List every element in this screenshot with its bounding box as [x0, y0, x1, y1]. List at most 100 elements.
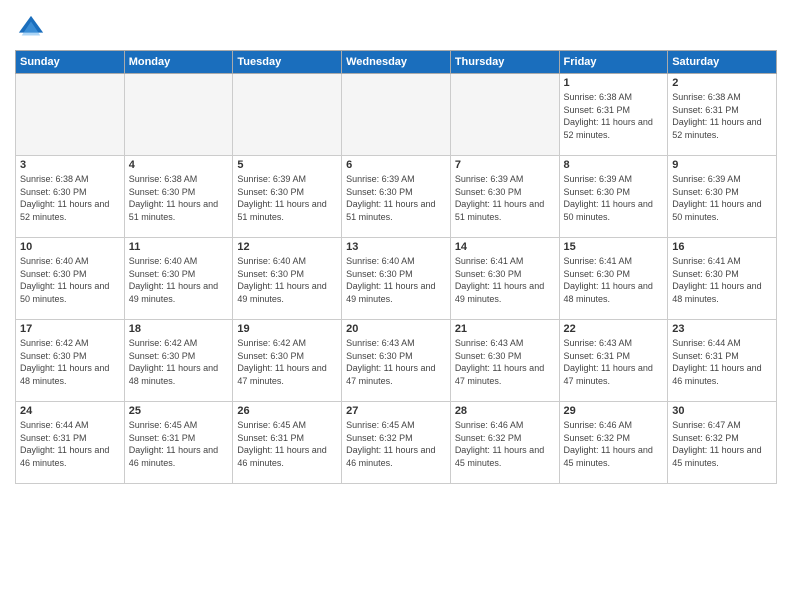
day-number: 15 [564, 241, 664, 253]
day-info: Sunrise: 6:45 AM Sunset: 6:31 PM Dayligh… [237, 419, 337, 469]
day-number: 7 [455, 159, 555, 171]
calendar-cell: 8 Sunrise: 6:39 AM Sunset: 6:30 PM Daylig… [559, 156, 668, 238]
calendar-cell: 23Sunrise: 6:44 AM Sunset: 6:31 PM Dayli… [668, 320, 777, 402]
day-number: 10 [20, 241, 120, 253]
logo-icon [17, 14, 45, 42]
day-number: 25 [129, 405, 229, 417]
calendar-body: 1 Sunrise: 6:38 AM Sunset: 6:31 PM Daylig… [16, 74, 777, 484]
day-info: Sunrise: 6:39 AM Sunset: 6:30 PM Dayligh… [564, 173, 664, 223]
day-info: Sunrise: 6:44 AM Sunset: 6:31 PM Dayligh… [672, 337, 772, 387]
calendar-cell: 18 Sunrise: 6:42 AM Sunset: 6:30 PM Dayli… [124, 320, 233, 402]
calendar-cell: 12 Sunrise: 6:40 AM Sunset: 6:30 PM Dayli… [233, 238, 342, 320]
calendar-cell [233, 74, 342, 156]
day-info: Sunrise: 6:39 AM Sunset: 6:30 PM Dayligh… [672, 173, 772, 223]
day-info: Sunrise: 6:43 AM Sunset: 6:31 PM Dayligh… [564, 337, 664, 387]
calendar-cell: 20Sunrise: 6:43 AM Sunset: 6:30 PM Dayli… [342, 320, 451, 402]
day-info: Sunrise: 6:38 AM Sunset: 6:30 PM Dayligh… [129, 173, 229, 223]
day-info: Sunrise: 6:38 AM Sunset: 6:31 PM Dayligh… [564, 91, 664, 141]
day-number: 24 [20, 405, 120, 417]
day-number: 16 [672, 241, 772, 253]
day-number: 5 [237, 159, 337, 171]
day-info: Sunrise: 6:42 AM Sunset: 6:30 PM Dayligh… [20, 337, 120, 387]
calendar-week-2: 10 Sunrise: 6:40 AM Sunset: 6:30 PM Dayli… [16, 238, 777, 320]
day-number: 14 [455, 241, 555, 253]
calendar-cell: 25 Sunrise: 6:45 AM Sunset: 6:31 PM Dayli… [124, 402, 233, 484]
day-number: 19 [237, 323, 337, 335]
calendar-cell: 11 Sunrise: 6:40 AM Sunset: 6:30 PM Dayli… [124, 238, 233, 320]
header [15, 10, 777, 42]
day-number: 17 [20, 323, 120, 335]
day-number: 4 [129, 159, 229, 171]
day-info: Sunrise: 6:46 AM Sunset: 6:32 PM Dayligh… [455, 419, 555, 469]
calendar-cell: 22Sunrise: 6:43 AM Sunset: 6:31 PM Dayli… [559, 320, 668, 402]
weekday-header-monday: Monday [124, 51, 233, 74]
calendar-cell [450, 74, 559, 156]
day-info: Sunrise: 6:45 AM Sunset: 6:32 PM Dayligh… [346, 419, 446, 469]
day-number: 29 [564, 405, 664, 417]
calendar-cell: 19 Sunrise: 6:42 AM Sunset: 6:30 PM Dayli… [233, 320, 342, 402]
day-number: 12 [237, 241, 337, 253]
day-number: 26 [237, 405, 337, 417]
calendar-week-1: 3 Sunrise: 6:38 AM Sunset: 6:30 PM Daylig… [16, 156, 777, 238]
day-info: Sunrise: 6:45 AM Sunset: 6:31 PM Dayligh… [129, 419, 229, 469]
day-info: Sunrise: 6:40 AM Sunset: 6:30 PM Dayligh… [20, 255, 120, 305]
day-number: 2 [672, 77, 772, 89]
day-info: Sunrise: 6:40 AM Sunset: 6:30 PM Dayligh… [129, 255, 229, 305]
day-number: 20 [346, 323, 446, 335]
day-number: 8 [564, 159, 664, 171]
calendar-cell [16, 74, 125, 156]
calendar-cell: 9 Sunrise: 6:39 AM Sunset: 6:30 PM Daylig… [668, 156, 777, 238]
weekday-header-row: SundayMondayTuesdayWednesdayThursdayFrid… [16, 51, 777, 74]
calendar-cell [342, 74, 451, 156]
day-number: 9 [672, 159, 772, 171]
calendar-cell [124, 74, 233, 156]
calendar-cell: 10 Sunrise: 6:40 AM Sunset: 6:30 PM Dayli… [16, 238, 125, 320]
day-info: Sunrise: 6:44 AM Sunset: 6:31 PM Dayligh… [20, 419, 120, 469]
logo [15, 14, 45, 42]
day-info: Sunrise: 6:42 AM Sunset: 6:30 PM Dayligh… [237, 337, 337, 387]
day-number: 30 [672, 405, 772, 417]
calendar-cell: 17 Sunrise: 6:42 AM Sunset: 6:30 PM Dayli… [16, 320, 125, 402]
day-number: 6 [346, 159, 446, 171]
day-info: Sunrise: 6:38 AM Sunset: 6:31 PM Dayligh… [672, 91, 772, 141]
day-info: Sunrise: 6:39 AM Sunset: 6:30 PM Dayligh… [237, 173, 337, 223]
calendar-cell: 7 Sunrise: 6:39 AM Sunset: 6:30 PM Daylig… [450, 156, 559, 238]
day-number: 18 [129, 323, 229, 335]
day-info: Sunrise: 6:41 AM Sunset: 6:30 PM Dayligh… [455, 255, 555, 305]
day-info: Sunrise: 6:47 AM Sunset: 6:32 PM Dayligh… [672, 419, 772, 469]
calendar-week-0: 1 Sunrise: 6:38 AM Sunset: 6:31 PM Daylig… [16, 74, 777, 156]
calendar-week-4: 24 Sunrise: 6:44 AM Sunset: 6:31 PM Dayli… [16, 402, 777, 484]
calendar-cell: 15 Sunrise: 6:41 AM Sunset: 6:30 PM Dayli… [559, 238, 668, 320]
calendar-cell: 5 Sunrise: 6:39 AM Sunset: 6:30 PM Daylig… [233, 156, 342, 238]
calendar-cell: 28 Sunrise: 6:46 AM Sunset: 6:32 PM Dayli… [450, 402, 559, 484]
calendar-cell: 24 Sunrise: 6:44 AM Sunset: 6:31 PM Dayli… [16, 402, 125, 484]
calendar-cell: 27 Sunrise: 6:45 AM Sunset: 6:32 PM Dayli… [342, 402, 451, 484]
calendar-cell: 2 Sunrise: 6:38 AM Sunset: 6:31 PM Daylig… [668, 74, 777, 156]
page: SundayMondayTuesdayWednesdayThursdayFrid… [0, 0, 792, 612]
day-info: Sunrise: 6:39 AM Sunset: 6:30 PM Dayligh… [455, 173, 555, 223]
calendar-cell: 6 Sunrise: 6:39 AM Sunset: 6:30 PM Daylig… [342, 156, 451, 238]
day-number: 21 [455, 323, 555, 335]
day-info: Sunrise: 6:46 AM Sunset: 6:32 PM Dayligh… [564, 419, 664, 469]
weekday-header-friday: Friday [559, 51, 668, 74]
weekday-header-thursday: Thursday [450, 51, 559, 74]
day-info: Sunrise: 6:39 AM Sunset: 6:30 PM Dayligh… [346, 173, 446, 223]
calendar-cell: 21Sunrise: 6:43 AM Sunset: 6:30 PM Dayli… [450, 320, 559, 402]
day-info: Sunrise: 6:42 AM Sunset: 6:30 PM Dayligh… [129, 337, 229, 387]
day-number: 28 [455, 405, 555, 417]
calendar-cell: 3 Sunrise: 6:38 AM Sunset: 6:30 PM Daylig… [16, 156, 125, 238]
calendar-cell: 14 Sunrise: 6:41 AM Sunset: 6:30 PM Dayli… [450, 238, 559, 320]
weekday-header-tuesday: Tuesday [233, 51, 342, 74]
day-number: 11 [129, 241, 229, 253]
calendar-cell: 26 Sunrise: 6:45 AM Sunset: 6:31 PM Dayli… [233, 402, 342, 484]
day-number: 3 [20, 159, 120, 171]
day-number: 1 [564, 77, 664, 89]
day-info: Sunrise: 6:41 AM Sunset: 6:30 PM Dayligh… [564, 255, 664, 305]
calendar-cell: 4 Sunrise: 6:38 AM Sunset: 6:30 PM Daylig… [124, 156, 233, 238]
day-info: Sunrise: 6:40 AM Sunset: 6:30 PM Dayligh… [346, 255, 446, 305]
day-info: Sunrise: 6:38 AM Sunset: 6:30 PM Dayligh… [20, 173, 120, 223]
day-number: 27 [346, 405, 446, 417]
day-info: Sunrise: 6:40 AM Sunset: 6:30 PM Dayligh… [237, 255, 337, 305]
day-number: 13 [346, 241, 446, 253]
weekday-header-wednesday: Wednesday [342, 51, 451, 74]
